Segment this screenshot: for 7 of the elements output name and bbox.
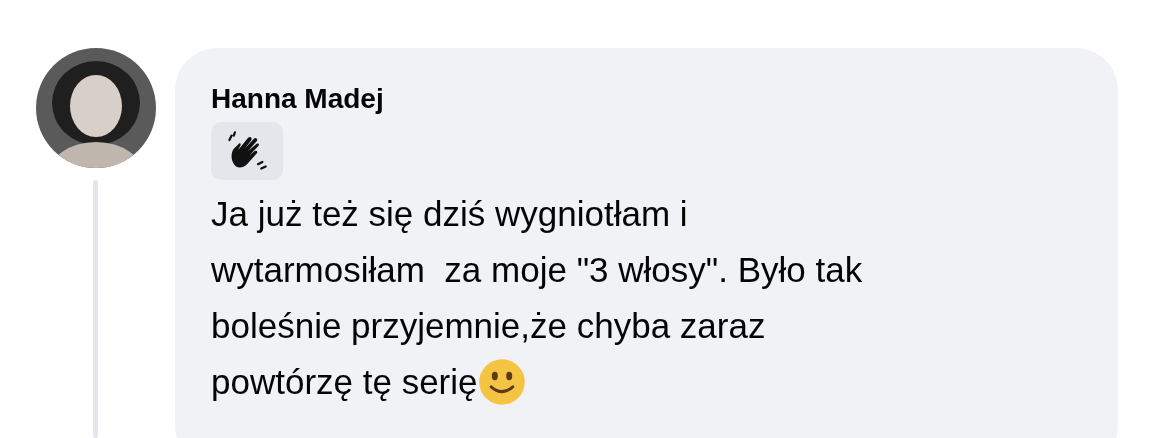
- comment-text-line: powtórzę tę serię: [211, 361, 478, 403]
- comment-text-line: wytarmosiłam za moje "3 włosy". Było tak: [211, 249, 863, 291]
- smiley-icon: [477, 358, 526, 406]
- author-name[interactable]: Hanna Madej: [211, 82, 384, 116]
- comment-text-line: boleśnie przyjemnie,że chyba zaraz: [211, 305, 766, 347]
- comment-text-line: Ja już też się dziś wygniotłam i: [211, 193, 688, 235]
- waving-hand-icon: [225, 129, 269, 173]
